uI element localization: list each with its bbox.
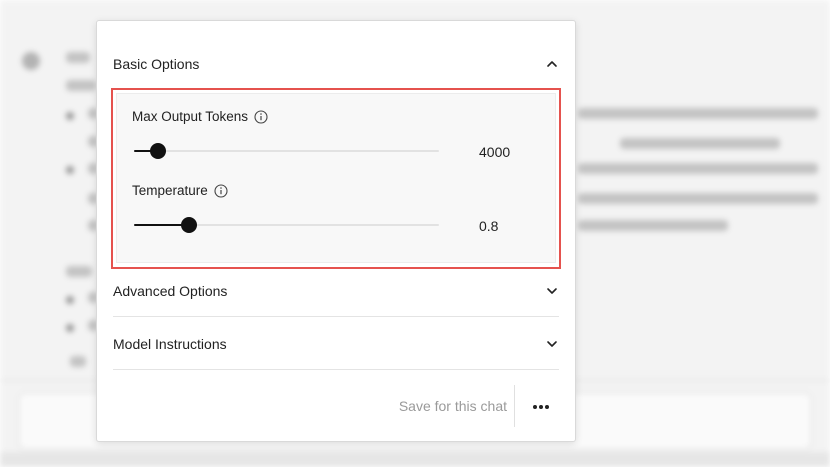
temperature-slider[interactable] [134,217,439,233]
chevron-down-icon [547,341,557,347]
max-output-tokens-value: 4000 [479,144,511,160]
section-divider [113,316,559,317]
basic-options-title: Basic Options [113,56,200,72]
basic-options-content: Max Output Tokens 4000 Temperature 0.8 [116,93,556,263]
model-instructions-header[interactable]: Model Instructions [113,334,559,354]
advanced-options-title: Advanced Options [113,283,228,299]
temperature-label: Temperature [132,183,208,198]
model-instructions-title: Model Instructions [113,336,227,352]
more-options-button[interactable] [529,397,553,417]
advanced-options-header[interactable]: Advanced Options [113,281,559,301]
temperature-slider-thumb[interactable] [181,217,197,233]
max-output-tokens-label: Max Output Tokens [132,109,249,124]
max-output-tokens-label-row: Max Output Tokens [132,109,268,124]
info-icon[interactable] [254,109,268,124]
model-settings-panel: Basic Options Max Output Tokens 4000 Tem… [96,20,576,442]
chevron-up-icon [547,61,557,67]
temperature-value: 0.8 [479,218,499,234]
temperature-label-row: Temperature [132,183,228,198]
more-horizontal-icon [533,405,549,409]
chevron-down-icon [547,288,557,294]
info-icon[interactable] [214,183,228,198]
basic-options-header[interactable]: Basic Options [113,54,559,74]
max-output-tokens-slider[interactable] [134,143,439,159]
footer-divider [514,385,515,427]
max-output-tokens-slider-thumb[interactable] [150,143,166,159]
basic-options-highlight: Max Output Tokens 4000 Temperature 0.8 [111,88,561,269]
save-for-this-chat-button[interactable]: Save for this chat [399,398,507,414]
section-divider [113,369,559,370]
